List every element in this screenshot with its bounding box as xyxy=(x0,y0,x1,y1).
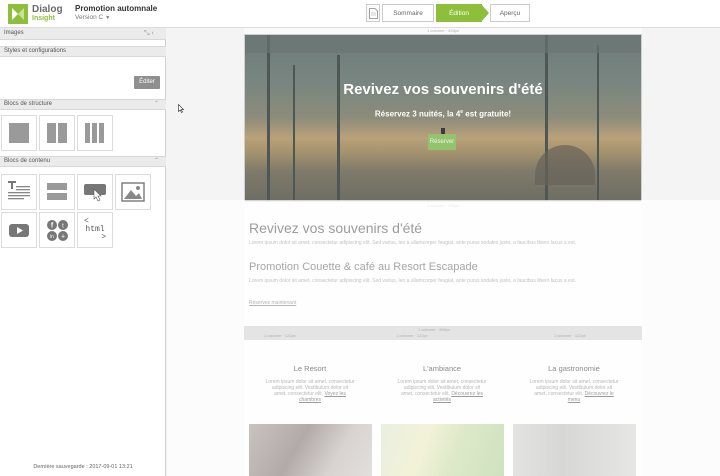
column-ambiance[interactable]: L'ambiance Lorem ipsum dolor sit amet, c… xyxy=(381,364,503,403)
social-block-icon: f t in + xyxy=(47,220,68,241)
hero-subtitle-post: est gratuite! xyxy=(463,109,512,119)
logo-mark-icon xyxy=(8,4,28,24)
section-content[interactable]: Blocs de contenu ⌃ xyxy=(0,156,166,167)
email-canvas: 1 colonne · 398px Revivez vos souvenirs … xyxy=(167,28,720,476)
cols-bar-center-label: 1 colonne · 398px xyxy=(418,327,450,332)
caret-down-icon: ▼ xyxy=(105,15,111,21)
panel-title: Images xyxy=(4,30,24,36)
promotion-text[interactable]: Lorem ipsum dolor sit amet, consectetur … xyxy=(249,278,637,284)
mouse-pointer-icon xyxy=(178,104,184,113)
panel-header: Images ⤡ ‹ xyxy=(0,28,166,40)
html-block-line3: > xyxy=(101,233,106,242)
divider-block-icon xyxy=(47,183,67,200)
text-block-icon xyxy=(8,181,30,200)
block-video[interactable] xyxy=(1,212,37,248)
collapse-icon[interactable]: ⌃ xyxy=(154,100,159,107)
html-block-line2: html xyxy=(85,225,105,234)
column-title: La gastronomie xyxy=(548,364,600,373)
column-text: Lorem ipsum dolor sit amet, consectetur … xyxy=(381,379,503,403)
block-social[interactable]: f t in + xyxy=(39,212,75,248)
one-column-icon xyxy=(9,123,29,143)
button-block-icon xyxy=(84,184,106,202)
logo-text-dialog: Dialog xyxy=(32,4,63,15)
edit-button[interactable]: Éditer xyxy=(134,76,160,89)
section-styles[interactable]: Styles et configurations xyxy=(0,46,166,57)
tree-silhouette xyxy=(597,45,599,201)
expand-icon[interactable]: ⤡ ‹ xyxy=(144,30,154,38)
block-html[interactable]: < html > xyxy=(77,212,113,248)
hero-block[interactable]: Revivez vos souvenirs d'été Réservez 3 n… xyxy=(244,34,642,202)
section-structure-label: Blocs de structure xyxy=(4,101,53,107)
version-label: Version C xyxy=(75,14,104,21)
two-columns-icon xyxy=(47,123,67,143)
gastronomy-image[interactable] xyxy=(513,424,636,476)
cols-bar-col2-label: 1 colonne · 122px xyxy=(396,333,428,338)
top-bar: Dialog Insight Promotion automnale Versi… xyxy=(0,0,720,28)
hero-title: Revivez vos souvenirs d'été xyxy=(343,81,543,98)
version-select[interactable]: Version C ▼ xyxy=(75,14,110,21)
project-name: Promotion automnale xyxy=(75,4,158,13)
tree-canopy xyxy=(245,35,641,53)
column-text: Lorem ipsum dolor sit amet, consectetur … xyxy=(513,379,635,403)
ambiance-image[interactable] xyxy=(381,424,504,476)
cols-bar-col1-label: 1 colonne · 122px xyxy=(264,333,296,338)
svg-text:in: in xyxy=(50,234,54,240)
block-text[interactable] xyxy=(1,174,37,210)
block-three-columns[interactable] xyxy=(77,115,113,151)
step-preview[interactable]: Aperçu xyxy=(490,4,530,22)
book-now-link[interactable]: Réservez maintenant xyxy=(249,300,296,306)
cols-bar-col3-label: 1 colonne · 122px xyxy=(554,333,586,338)
video-block-icon xyxy=(9,224,29,237)
section-styles-label: Styles et configurations xyxy=(4,48,67,54)
column-gastronomy[interactable]: La gastronomie Lorem ipsum dolor sit ame… xyxy=(513,364,635,403)
block-one-column[interactable] xyxy=(1,115,37,151)
image-block-icon xyxy=(121,182,145,202)
column-title: Le Resort xyxy=(293,364,327,373)
rock-silhouette xyxy=(535,145,595,185)
promotion-title[interactable]: Promotion Couette & café au Resort Escap… xyxy=(249,261,478,273)
last-saved-text: Dernière sauvegarde : 2017-09-01 13:21 xyxy=(33,464,133,470)
svg-text:+: + xyxy=(61,234,65,241)
block-divider[interactable] xyxy=(39,174,75,210)
block-button[interactable] xyxy=(77,174,113,210)
html-block-icon: < html > xyxy=(78,218,112,242)
tree-silhouette xyxy=(337,55,340,201)
document-icon[interactable] xyxy=(366,4,380,22)
step-summary[interactable]: Sommaire xyxy=(382,4,434,22)
collapse-icon[interactable]: ⌃ xyxy=(154,157,159,164)
section-title[interactable]: Revivez vos souvenirs d'été xyxy=(249,220,422,236)
three-column-bar[interactable]: 1 colonne · 398px 1 colonne · 122px 1 co… xyxy=(244,326,642,340)
hero-subtitle-pre: Réservez 3 nuités, la 4 xyxy=(374,109,461,119)
three-columns-icon xyxy=(85,123,104,143)
block-image[interactable] xyxy=(115,174,151,210)
column-text: Lorem ipsum dolor sit amet, consectetur … xyxy=(249,379,371,403)
section-structure[interactable]: Blocs de structure ⌃ xyxy=(0,99,166,110)
section-text[interactable]: Lorem ipsum dolor sit amet, consectetur … xyxy=(249,240,637,246)
left-panel: Images ⤡ ‹ Styles et configurations Édit… xyxy=(0,28,166,476)
logo-text-insight: Insight xyxy=(32,15,55,22)
section-content-label: Blocs de contenu xyxy=(4,158,51,164)
block-two-columns[interactable] xyxy=(39,115,75,151)
dialog-insight-logo[interactable]: Dialog Insight xyxy=(8,4,70,24)
step-edit[interactable]: Édition xyxy=(436,4,489,22)
hero-subtitle: Réservez 3 nuités, la 4e est gratuite! xyxy=(245,109,641,119)
column-title: L'ambiance xyxy=(422,364,462,373)
hero-book-button[interactable]: Réserver xyxy=(428,134,456,150)
column-resort[interactable]: Le Resort Lorem ipsum dolor sit amet, co… xyxy=(249,364,371,403)
resort-image[interactable] xyxy=(249,424,372,476)
